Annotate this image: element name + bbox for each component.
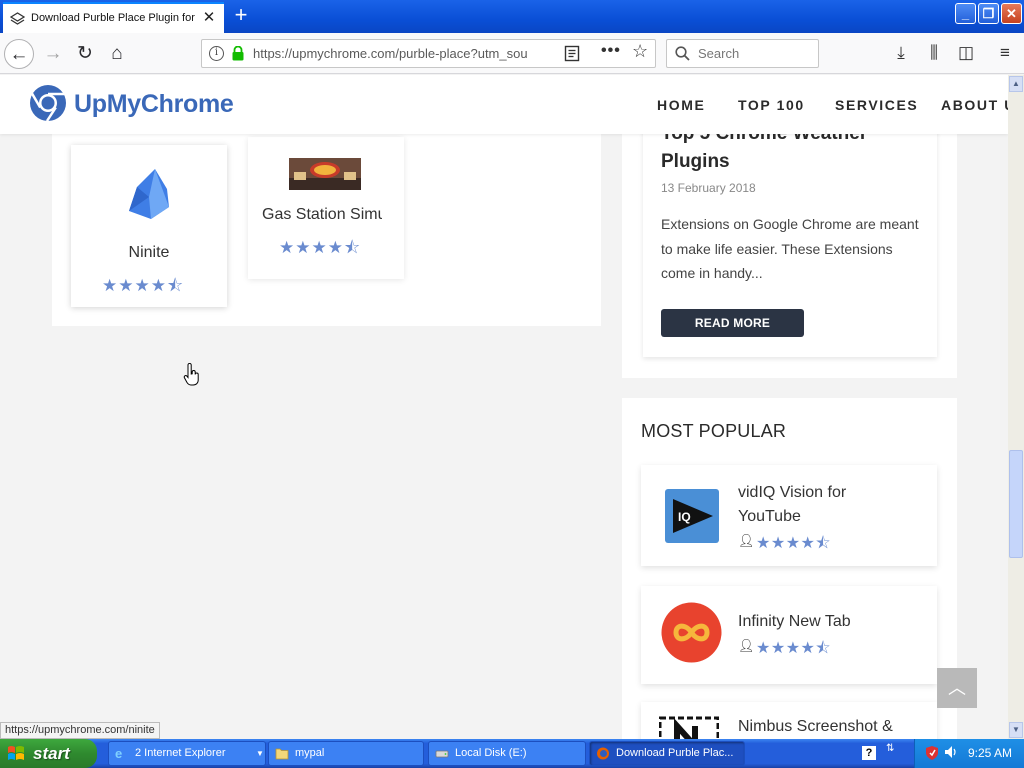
- scroll-up-arrow-icon[interactable]: ▲: [1009, 76, 1023, 92]
- windows-taskbar: start e 2 Internet Explorer ▼ mypal Loca…: [0, 739, 1024, 768]
- menu-home[interactable]: HOME: [657, 97, 705, 113]
- tab-close-icon[interactable]: ✕: [201, 9, 217, 27]
- menu-services[interactable]: SERVICES: [835, 97, 918, 113]
- site-header: UpMyChrome HOME TOP 100 SERVICES ABOUT U…: [0, 75, 1008, 134]
- reader-view-icon[interactable]: [564, 45, 580, 62]
- popular-item-stars: ★★★★⯪: [756, 535, 832, 552]
- help-icon[interactable]: ?: [862, 746, 876, 760]
- scroll-down-arrow-icon[interactable]: ▼: [1009, 722, 1023, 738]
- read-more-button[interactable]: READ MORE: [661, 309, 804, 337]
- download-icon[interactable]: ⤓: [891, 43, 911, 63]
- status-bar-url: https://upmychrome.com/ninite: [0, 722, 160, 739]
- task-label: mypal: [295, 747, 325, 759]
- new-tab-button[interactable]: +: [229, 4, 253, 27]
- back-button[interactable]: ←: [4, 39, 34, 69]
- nimbus-logo-icon: [659, 716, 719, 739]
- vertical-scrollbar[interactable]: ▲ ▼: [1008, 75, 1024, 739]
- volume-icon[interactable]: [944, 745, 958, 759]
- user-icon: 👤︎: [738, 533, 755, 548]
- close-window-button[interactable]: ✕: [1001, 3, 1022, 24]
- back-to-top-button[interactable]: ︿: [937, 668, 977, 708]
- plugin-card-ninite[interactable]: Ninite ★★★★⯪: [71, 145, 227, 307]
- site-logo-text[interactable]: UpMyChrome: [74, 90, 234, 119]
- firefox-icon: [597, 747, 609, 760]
- svg-text:IQ: IQ: [678, 510, 691, 524]
- taskbar-clock[interactable]: 9:25 AM: [968, 746, 1012, 760]
- plugin-card-gas-station[interactable]: Gas Station Simulator ★★★★⯪: [248, 137, 404, 279]
- url-bar[interactable]: i https://upmychrome.com/purble-place?ut…: [201, 39, 656, 68]
- reload-button[interactable]: ↻: [70, 39, 100, 69]
- popular-item-stars: ★★★★⯪: [756, 640, 832, 657]
- plugin-name[interactable]: Gas Station Simulator: [262, 206, 382, 224]
- post-excerpt: Extensions on Google Chrome are meant to…: [661, 216, 919, 281]
- windows-flag-icon: [8, 746, 24, 760]
- navigation-toolbar: ← → ↻ ⌂ i https://upmychrome.com/purble-…: [0, 33, 1024, 74]
- start-label: start: [33, 744, 70, 763]
- ie-icon: e: [115, 746, 123, 761]
- taskbar-local-disk[interactable]: Local Disk (E:): [428, 741, 586, 766]
- taskbar-mypal-folder[interactable]: mypal: [268, 741, 424, 766]
- info-icon[interactable]: i: [209, 46, 224, 61]
- popular-item-name[interactable]: vidIQ Vision for YouTube: [738, 481, 898, 529]
- disk-icon: [435, 750, 449, 758]
- page-actions-icon[interactable]: •••: [601, 42, 621, 60]
- hamburger-menu-icon[interactable]: ≡: [995, 43, 1015, 63]
- sidebar-most-popular: [622, 398, 957, 739]
- popular-item-name[interactable]: Infinity New Tab: [738, 610, 898, 634]
- search-icon: [675, 46, 690, 61]
- start-button[interactable]: start: [0, 739, 97, 768]
- network-icon[interactable]: ⇅: [886, 743, 894, 754]
- library-icon[interactable]: ⫼: [924, 43, 944, 63]
- popular-item-name[interactable]: Nimbus Screenshot &: [738, 715, 898, 739]
- vidiq-logo-icon: IQ: [665, 489, 719, 543]
- ninite-logo-icon: [129, 169, 169, 219]
- web-page: UpMyChrome HOME TOP 100 SERVICES ABOUT U…: [0, 75, 1008, 739]
- url-text[interactable]: https://upmychrome.com/purble-place?utm_…: [253, 46, 528, 61]
- forward-button[interactable]: →: [38, 39, 68, 69]
- infinity-logo-icon: [661, 602, 722, 663]
- most-popular-heading: MOST POPULAR: [641, 421, 787, 441]
- browser-titlebar: Download Purble Place Plugin for Chrome …: [0, 0, 1024, 33]
- chrome-logo-icon[interactable]: [29, 84, 67, 122]
- maximize-button[interactable]: ❐: [978, 3, 999, 24]
- post-date: 13 February 2018: [661, 181, 756, 195]
- menu-about-us[interactable]: ABOUT US: [941, 97, 1008, 113]
- taskbar-internet-explorer[interactable]: e 2 Internet Explorer ▼: [108, 741, 266, 766]
- security-shield-icon[interactable]: [926, 746, 938, 760]
- bookmark-star-icon[interactable]: ☆: [632, 41, 648, 62]
- taskbar-firefox-window[interactable]: Download Purble Plac...: [589, 741, 745, 766]
- task-label: 2 Internet Explorer: [135, 747, 226, 759]
- hand-cursor-icon: [183, 363, 199, 386]
- tab-favicon-icon: [10, 12, 25, 25]
- menu-top-100[interactable]: TOP 100: [738, 97, 805, 113]
- gas-station-thumbnail-icon: [289, 158, 361, 190]
- minimize-button[interactable]: _: [955, 3, 976, 24]
- group-dropdown-icon[interactable]: ▼: [256, 742, 264, 765]
- plugin-rating-stars: ★★★★⯪: [102, 276, 185, 295]
- scrollbar-thumb[interactable]: [1009, 450, 1023, 558]
- task-label: Download Purble Plac...: [616, 747, 734, 759]
- search-box[interactable]: Search: [666, 39, 819, 68]
- tab-title: Download Purble Place Plugin for Chrome: [31, 12, 195, 24]
- plugin-rating-stars: ★★★★⯪: [279, 238, 362, 257]
- sidebar-toggle-icon[interactable]: ◫: [956, 43, 976, 63]
- lock-icon[interactable]: [231, 46, 245, 61]
- home-button[interactable]: ⌂: [102, 39, 132, 69]
- folder-icon: [275, 748, 289, 760]
- task-label: Local Disk (E:): [455, 747, 527, 759]
- active-tab[interactable]: Download Purble Place Plugin for Chrome …: [3, 2, 224, 33]
- search-placeholder[interactable]: Search: [698, 46, 739, 61]
- plugin-name[interactable]: Ninite: [71, 244, 227, 262]
- user-icon: 👤︎: [738, 638, 755, 653]
